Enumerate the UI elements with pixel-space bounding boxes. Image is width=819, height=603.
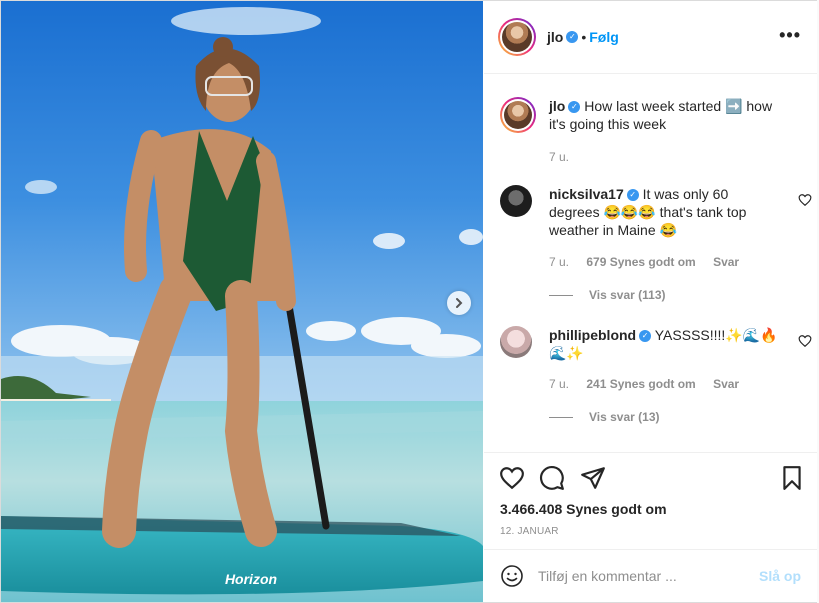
view-replies-button[interactable]: Vis svar (113) — [549, 288, 666, 302]
replies-divider — [549, 294, 573, 296]
reply-button[interactable]: Svar — [713, 255, 739, 269]
comment-likes[interactable]: 679 Synes godt om — [586, 255, 695, 269]
caption-text: How last week started ➡️ how it's going … — [549, 98, 773, 132]
post-side-panel: jlo ✓ • Følg ••• jlo ✓ How last week star… — [484, 1, 817, 602]
like-comment-heart-icon[interactable] — [798, 334, 812, 348]
emoji-icon[interactable] — [500, 564, 524, 588]
comment-avatar[interactable] — [500, 326, 532, 358]
comment: nicksilva17 ✓ It was only 60 degrees 😂😂😂 … — [500, 185, 812, 315]
view-replies-button[interactable]: Vis svar (13) — [549, 410, 660, 424]
like-comment-heart-icon[interactable] — [798, 193, 812, 207]
reply-button[interactable]: Svar — [713, 377, 739, 391]
view-replies-label: Vis svar (13) — [589, 410, 660, 424]
comment-avatar[interactable] — [500, 185, 532, 217]
next-photo-button[interactable] — [447, 291, 471, 315]
bookmark-save-icon[interactable] — [779, 465, 805, 491]
author-username[interactable]: jlo — [547, 29, 563, 45]
view-replies-label: Vis svar (113) — [589, 288, 666, 302]
replies-divider — [549, 416, 573, 418]
more-options-icon[interactable]: ••• — [779, 26, 801, 44]
comment-time[interactable]: 7 u. — [549, 255, 569, 269]
comment: phillipeblond ✓ YASSSS!!!!✨🌊🔥🌊✨ 7 u. 241 … — [500, 326, 812, 446]
caption-time[interactable]: 7 u. — [549, 150, 569, 164]
comment-time[interactable]: 7 u. — [549, 377, 569, 391]
separator-dot: • — [581, 29, 587, 45]
comment-meta: 7 u. 679 Synes godt om Svar — [549, 255, 753, 269]
comment-likes[interactable]: 241 Synes godt om — [586, 377, 695, 391]
comment-username[interactable]: nicksilva17 — [549, 186, 624, 202]
comment-input[interactable] — [538, 565, 738, 587]
comments-list[interactable]: jlo ✓ How last week started ➡️ how it's g… — [484, 74, 817, 452]
post-header: jlo ✓ • Følg ••• — [484, 1, 817, 74]
caption: jlo ✓ How last week started ➡️ how it's g… — [500, 97, 800, 167]
post-date[interactable]: 12. JANUAR — [500, 526, 559, 537]
comment-meta: 7 u. 241 Synes godt om Svar — [549, 377, 753, 391]
comment-text-block: nicksilva17 ✓ It was only 60 degrees 😂😂😂 … — [549, 185, 779, 239]
like-heart-icon[interactable] — [499, 465, 525, 491]
verified-badge-icon: ✓ — [566, 31, 579, 43]
add-comment-bar: Slå op — [484, 549, 817, 603]
caption-meta: 7 u. — [549, 150, 583, 164]
comment-bubble-icon[interactable] — [539, 465, 565, 491]
post-actions: 3.466.408 Synes godt om 12. JANUAR — [484, 452, 817, 553]
photo-illustration: Horizon — [1, 1, 483, 602]
caption-text-block: jlo ✓ How last week started ➡️ how it's g… — [549, 97, 779, 133]
comment-username[interactable]: phillipeblond — [549, 327, 636, 343]
post-comment-button[interactable]: Slå op — [759, 568, 801, 584]
comment-text-block: phillipeblond ✓ YASSSS!!!!✨🌊🔥🌊✨ — [549, 326, 779, 362]
caption-avatar[interactable] — [500, 97, 536, 133]
caption-username[interactable]: jlo — [549, 98, 565, 114]
instagram-post: Horizon jlo ✓ • Følg ••• jlo ✓ How last … — [0, 0, 817, 603]
author-line: jlo ✓ • Følg — [547, 29, 619, 45]
verified-badge-icon: ✓ — [568, 101, 581, 114]
chevron-right-icon — [456, 298, 463, 308]
verified-badge-icon: ✓ — [626, 189, 639, 202]
share-send-icon[interactable] — [580, 465, 606, 491]
follow-button[interactable]: Følg — [589, 29, 619, 45]
verified-badge-icon: ✓ — [639, 330, 652, 343]
author-avatar[interactable] — [498, 18, 536, 56]
like-count[interactable]: 3.466.408 Synes godt om — [500, 501, 667, 517]
board-logo: Horizon — [225, 571, 277, 587]
post-photo[interactable]: Horizon — [1, 1, 483, 602]
